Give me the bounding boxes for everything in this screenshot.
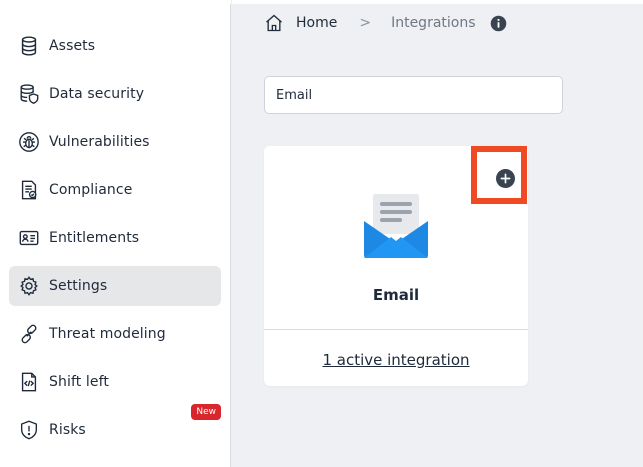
bug-icon bbox=[18, 131, 40, 153]
sidebar-item-label: Compliance bbox=[49, 182, 133, 198]
sidebar-item-data-security[interactable]: Data security bbox=[9, 74, 221, 114]
email-icon bbox=[364, 194, 428, 258]
database-shield-icon bbox=[18, 83, 40, 105]
sidebar-item-shift-left[interactable]: Shift left bbox=[9, 362, 221, 402]
card-title: Email bbox=[372, 286, 420, 304]
sidebar-item-threat-modeling[interactable]: Threat modeling bbox=[9, 314, 221, 354]
sidebar-item-label: Assets bbox=[49, 38, 96, 54]
breadcrumb-home-link[interactable]: Home bbox=[296, 15, 337, 31]
database-icon bbox=[18, 35, 40, 57]
sidebar-item-vulnerabilities[interactable]: Vulnerabilities bbox=[9, 122, 221, 162]
integration-card-email[interactable]: Email 1 active integration bbox=[264, 146, 528, 386]
sidebar-item-label: Risks bbox=[49, 422, 86, 438]
active-integrations-link[interactable]: 1 active integration bbox=[264, 351, 528, 369]
breadcrumb: Home > Integrations bbox=[264, 12, 507, 34]
gear-icon bbox=[18, 275, 40, 297]
sidebar-item-risks[interactable]: Risks New bbox=[9, 404, 221, 450]
add-button-highlight bbox=[471, 146, 527, 204]
sidebar-top-strip bbox=[0, 0, 231, 4]
breadcrumb-separator: > bbox=[359, 15, 372, 31]
sidebar-item-settings[interactable]: Settings bbox=[9, 266, 221, 306]
top-strip bbox=[232, 0, 643, 4]
search-input[interactable] bbox=[264, 76, 563, 114]
code-file-icon bbox=[18, 371, 40, 393]
sidebar-item-assets[interactable]: Assets bbox=[9, 26, 221, 66]
new-badge: New bbox=[191, 404, 221, 420]
plus-circle-icon bbox=[500, 173, 511, 184]
sidebar-item-entitlements[interactable]: Entitlements bbox=[9, 218, 221, 258]
add-integration-button[interactable] bbox=[496, 169, 515, 188]
sidebar-item-label: Entitlements bbox=[49, 230, 140, 246]
sidebar-item-label: Threat modeling bbox=[49, 326, 166, 342]
sidebar: Assets Data security Vulnerabilities Com… bbox=[0, 0, 231, 467]
home-icon[interactable] bbox=[264, 13, 284, 33]
id-card-icon bbox=[18, 227, 40, 249]
chain-link-icon bbox=[18, 323, 40, 345]
breadcrumb-current: Integrations bbox=[391, 15, 476, 31]
sidebar-item-label: Data security bbox=[49, 86, 145, 102]
sidebar-item-label: Shift left bbox=[49, 374, 109, 390]
sidebar-item-compliance[interactable]: Compliance bbox=[9, 170, 221, 210]
sidebar-item-label: Vulnerabilities bbox=[49, 134, 150, 150]
card-divider bbox=[264, 329, 528, 330]
main-content: Home > Integrations Email 1 active integ… bbox=[232, 0, 643, 467]
info-icon[interactable] bbox=[490, 15, 507, 32]
compliance-doc-icon bbox=[18, 179, 40, 201]
shield-alert-icon bbox=[18, 419, 40, 441]
sidebar-item-label: Settings bbox=[49, 278, 108, 294]
